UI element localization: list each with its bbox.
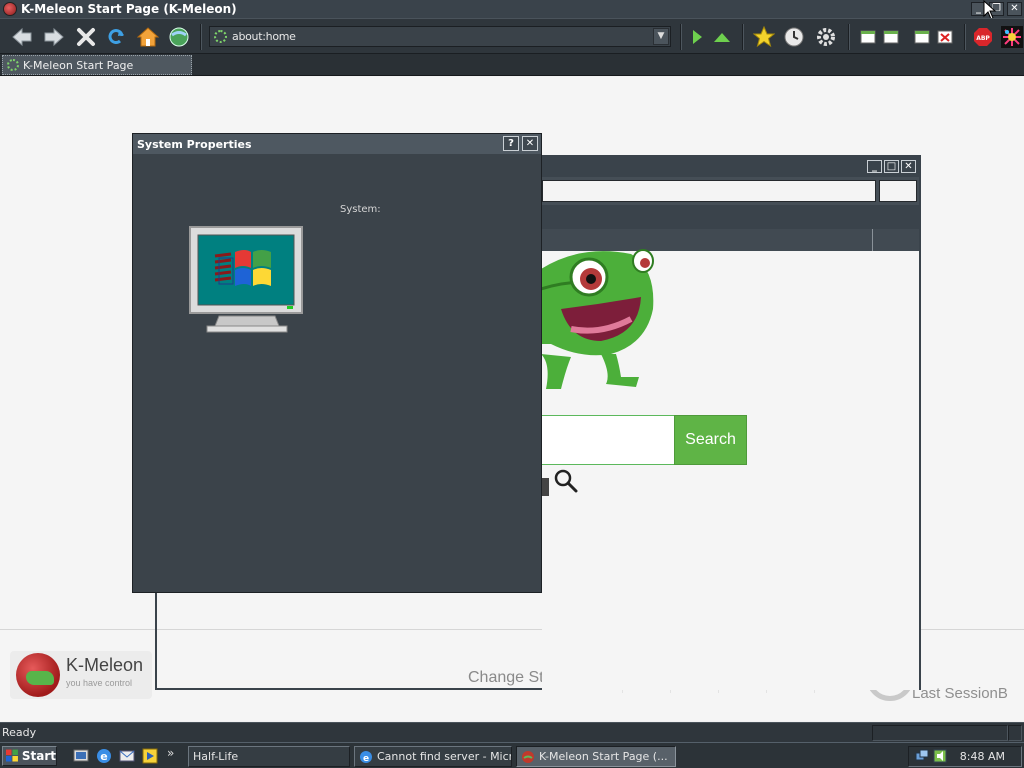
toolbar-separator — [848, 24, 850, 50]
toolbar-separator — [964, 24, 966, 50]
kaleidoscope-icon[interactable] — [1000, 25, 1024, 49]
volume-icon[interactable] — [933, 749, 947, 763]
network-icon[interactable] — [915, 749, 929, 763]
outlook-express-icon[interactable] — [119, 748, 135, 764]
chameleon-mascot-image — [541, 249, 654, 389]
search-engine-selector[interactable] — [541, 478, 549, 496]
window-icon-1[interactable] — [856, 25, 880, 49]
tab-bar: K-Meleon Start Page — [0, 54, 1024, 76]
navigation-toolbar: about:home ▼ ABP — [0, 18, 1024, 54]
back-icon[interactable] — [10, 25, 34, 49]
forward-icon[interactable] — [42, 25, 66, 49]
tab-start-page[interactable]: K-Meleon Start Page — [2, 55, 192, 75]
bg-maximize-button[interactable]: □ — [884, 160, 899, 173]
window-icon-3[interactable] — [910, 25, 934, 49]
k-meleon-logo[interactable]: K-Meleon you have control — [10, 651, 152, 699]
taskbar-item-label: Half-Life — [193, 750, 239, 763]
close-window-icon[interactable] — [933, 25, 957, 49]
system-properties-dialog: System Properties ? ✕ System: — [132, 133, 542, 593]
background-window-controls: _ □ ✕ — [867, 160, 916, 173]
history-clock-icon[interactable] — [782, 25, 806, 49]
url-dropdown-button[interactable]: ▼ — [653, 28, 669, 45]
bg-minimize-button[interactable]: _ — [867, 160, 882, 173]
close-button[interactable]: ✕ — [1007, 2, 1022, 16]
svg-text:ABP: ABP — [976, 35, 990, 42]
start-label: Start — [21, 749, 56, 763]
media-player-icon[interactable] — [142, 748, 158, 764]
k-meleon-app-icon[interactable] — [3, 2, 17, 16]
search-button[interactable]: Search — [674, 415, 747, 465]
taskbar-item-k-meleon[interactable]: K-Meleon Start Page (... — [516, 746, 676, 767]
adblock-icon[interactable]: ABP — [971, 25, 995, 49]
dialog-help-button[interactable]: ? — [503, 136, 519, 151]
globe-icon[interactable] — [167, 25, 191, 49]
svg-text:e: e — [363, 754, 369, 764]
loading-spinner-icon — [214, 30, 227, 43]
system-tray: 8:48 AM — [908, 746, 1022, 767]
taskbar-item-label: Cannot find server - Micr... — [377, 750, 512, 763]
status-bar: Ready — [0, 722, 1024, 742]
dialog-title: System Properties — [137, 137, 252, 151]
bookmark-star-icon[interactable] — [752, 25, 776, 49]
svg-text:e: e — [100, 750, 107, 763]
reload-icon[interactable] — [104, 25, 128, 49]
stop-icon[interactable] — [74, 25, 98, 49]
logo-subtitle: you have control — [66, 678, 133, 688]
quick-launch-more-button[interactable]: » — [167, 746, 174, 760]
show-desktop-icon[interactable] — [73, 748, 89, 764]
dialog-title-bar[interactable]: System Properties ? ✕ — [133, 134, 541, 154]
k-meleon-logo-icon — [16, 653, 60, 697]
clock[interactable]: 8:48 AM — [960, 750, 1005, 763]
toolbar-separator — [200, 24, 202, 50]
dialog-controls: ? ✕ — [503, 136, 538, 151]
background-window-header — [542, 229, 919, 251]
window-title: K-Meleon Start Page (K-Meleon) — [21, 2, 237, 16]
start-button[interactable]: Start — [2, 746, 57, 766]
toolbar-separator — [680, 24, 682, 50]
internet-explorer-icon: e — [360, 750, 372, 764]
taskbar-item-half-life[interactable]: Half-Life — [188, 746, 350, 767]
go-icon[interactable] — [685, 25, 709, 49]
home-icon[interactable] — [136, 25, 160, 49]
taskbar: Start e » Half-Life e Cannot find server… — [0, 742, 1024, 768]
last-session-label[interactable]: Last SessionB — [912, 685, 1008, 702]
status-panel — [872, 725, 1008, 741]
tab-label: K-Meleon Start Page — [23, 58, 134, 72]
status-text: Ready — [2, 726, 37, 739]
logo-title: K-Meleon — [66, 655, 144, 675]
tab-loading-icon — [7, 59, 19, 71]
browser-title-bar[interactable]: K-Meleon Start Page (K-Meleon) _ ❐ ✕ — [0, 0, 1024, 18]
windows-logo-icon — [6, 749, 18, 762]
settings-gear-icon[interactable] — [814, 25, 838, 49]
internet-explorer-icon[interactable]: e — [96, 748, 112, 764]
background-window-input[interactable] — [542, 180, 876, 202]
dialog-close-button[interactable]: ✕ — [522, 136, 538, 151]
search-icon[interactable] — [554, 469, 578, 493]
mouse-cursor-icon — [983, 0, 997, 20]
taskbar-item-cannot-find-server[interactable]: e Cannot find server - Micr... — [354, 746, 512, 767]
search-input[interactable] — [541, 415, 675, 465]
url-input[interactable]: about:home — [232, 30, 296, 43]
resize-grip[interactable] — [1008, 725, 1022, 741]
system-label: System: — [340, 204, 381, 215]
bg-close-button[interactable]: ✕ — [901, 160, 916, 173]
address-bar[interactable]: about:home ▼ — [209, 26, 671, 47]
windows-monitor-icon — [189, 226, 303, 333]
toolbar-separator — [742, 24, 744, 50]
up-icon[interactable] — [710, 25, 734, 49]
background-window-input-2[interactable] — [879, 180, 917, 202]
taskbar-item-label: K-Meleon Start Page (... — [539, 750, 668, 763]
window-icon-2[interactable] — [879, 25, 903, 49]
k-meleon-app-icon — [522, 750, 534, 763]
